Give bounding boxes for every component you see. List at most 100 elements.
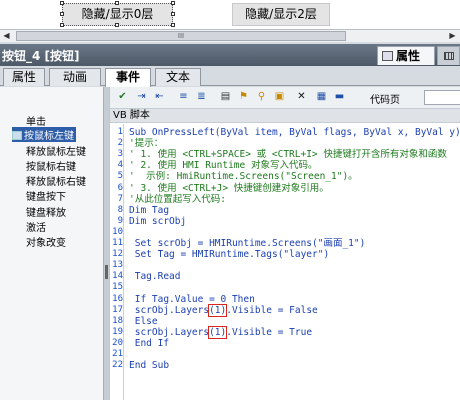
inspector-tabs: 属性 动画 事件 文本: [0, 66, 460, 87]
list-icon[interactable]: ▤: [218, 90, 233, 104]
code-comment: ' 3. 使用 <CTRL+J> 快捷键创建对象引用。: [129, 182, 329, 194]
selection-handle[interactable]: [171, 1, 175, 5]
code-line[interactable]: 16 If Tag.Value = 0 Then: [110, 294, 460, 305]
scroll-right-icon[interactable]: ▶: [446, 30, 459, 42]
line-number: 13: [112, 260, 123, 271]
horizontal-scrollbar[interactable]: ◀ III ▶: [0, 29, 460, 42]
hide-show-layer2-button[interactable]: 隐藏/显示2层: [232, 3, 330, 26]
line-number: 21: [112, 349, 123, 359]
code-text: End Sub: [129, 360, 170, 372]
codepage-select[interactable]: [424, 90, 460, 105]
event-press-right[interactable]: 按鼠标右键: [26, 158, 76, 173]
tab-animation[interactable]: 动画: [49, 68, 101, 86]
table-icon[interactable]: ▦: [314, 90, 329, 104]
code-line[interactable]: 11 Set scrObj = HMIRuntime.Screens("画面_1…: [110, 238, 460, 249]
code-text: If Tag.Value = 0 Then: [129, 293, 255, 305]
code-text: scrObj.Layers(1).Visible = True: [129, 325, 313, 339]
selected-object-title: 按钮_4 [按钮]: [2, 49, 80, 63]
selection-handle[interactable]: [115, 23, 119, 27]
code-line[interactable]: 8 Dim Tag: [110, 205, 460, 216]
splitter-grip-icon[interactable]: [105, 265, 108, 279]
line-number: 5: [117, 171, 123, 182]
code-line[interactable]: 2 '提示：: [110, 138, 460, 149]
uncomment-icon[interactable]: ≣: [194, 90, 209, 104]
selection-handle[interactable]: [171, 23, 175, 27]
selection-handle[interactable]: [60, 12, 64, 16]
codepage-label: 代码页: [370, 95, 400, 106]
code-line[interactable]: 14 Tag.Read: [110, 271, 460, 282]
bookmark-icon[interactable]: ⚑: [236, 90, 251, 104]
event-key-up[interactable]: 键盘释放: [26, 204, 66, 219]
delete-icon[interactable]: ✕: [294, 90, 309, 104]
tab-text[interactable]: 文本: [155, 68, 201, 86]
code-line[interactable]: 19 scrObj.Layers(1).Visible = True: [110, 325, 460, 339]
tab-properties[interactable]: 属性: [3, 68, 45, 86]
event-activate[interactable]: 激活: [26, 219, 46, 234]
code-line[interactable]: 17 scrObj.Layers(1).Visible = False: [110, 303, 460, 317]
code-text: Dim scrObj: [129, 215, 187, 227]
scrollbar-thumb[interactable]: III: [16, 31, 346, 41]
code-comment: ' 1. 使用 <CTRL+SPACE> 或 <CTRL+I> 快捷键打开含所有…: [129, 149, 447, 161]
selection-handle[interactable]: [171, 12, 175, 16]
code-line[interactable]: 7 '从此位置起写入代码:: [110, 194, 460, 205]
grid-view-tab[interactable]: [437, 46, 460, 65]
indent-icon[interactable]: ⇥: [134, 90, 149, 104]
event-press-left[interactable]: 按鼠标左键: [12, 127, 76, 142]
outdent-icon[interactable]: ⇤: [152, 90, 167, 104]
code-line[interactable]: 4 ' 2. 使用 HMI Runtime 对象写入代码。: [110, 160, 460, 171]
selection-handle[interactable]: [115, 1, 119, 5]
properties-tab[interactable]: 属性: [377, 46, 435, 65]
code-line[interactable]: 5 ' 示例: HmiRuntime.Screens("Screen_1")。: [110, 171, 460, 182]
selection-handle[interactable]: [60, 23, 64, 27]
screen-canvas[interactable]: 隐藏/显示0层 隐藏/显示2层: [0, 0, 460, 29]
window-icon[interactable]: ▬: [332, 90, 347, 104]
code-area[interactable]: 1 Sub OnPressLeft(ByVal item, ByVal flags…: [110, 124, 460, 400]
tab-events[interactable]: 事件: [105, 68, 151, 87]
line-number: 3: [117, 149, 123, 160]
paste-icon[interactable]: ▣: [272, 90, 287, 104]
line-number: 22: [112, 360, 123, 371]
line-number: 17: [112, 304, 123, 315]
line-number: 11: [112, 238, 123, 248]
code-line[interactable]: 15: [110, 282, 460, 293]
code-line[interactable]: 18 Else: [110, 316, 460, 327]
code-text: End If: [129, 337, 170, 349]
script-icon: [12, 131, 22, 140]
code-line[interactable]: 21: [110, 349, 460, 360]
event-object-change[interactable]: 对象改变: [26, 234, 66, 249]
layer-index-highlight: (1): [208, 303, 228, 317]
code-line[interactable]: 10: [110, 227, 460, 238]
code-text: scrObj.Layers(1).Visible = False: [129, 303, 318, 317]
code-comment: '从此位置起写入代码:: [129, 193, 226, 205]
properties-icon: [382, 51, 393, 61]
code-line[interactable]: 9 Dim scrObj: [110, 216, 460, 227]
script-type-header: VB 脚本: [110, 109, 460, 123]
selection-handle[interactable]: [60, 1, 64, 5]
line-number: 1: [117, 127, 123, 137]
scroll-left-icon[interactable]: ◀: [0, 30, 13, 42]
check-icon[interactable]: ✔: [115, 90, 130, 104]
comment-icon[interactable]: ≡: [176, 90, 191, 104]
code-line[interactable]: 12 Set Tag = HMIRuntime.Tags("layer"): [110, 249, 460, 260]
code-line[interactable]: 6 ' 3. 使用 <CTRL+J> 快捷键创建对象引用。: [110, 183, 460, 194]
event-label: 按鼠标左键: [24, 131, 74, 142]
line-number: 4: [117, 160, 123, 171]
event-key-down[interactable]: 键盘按下: [26, 188, 66, 203]
find-icon[interactable]: ⚲: [254, 90, 269, 104]
event-release-left[interactable]: 释放鼠标左键: [26, 143, 86, 158]
line-number: 14: [112, 271, 123, 282]
code-line[interactable]: 22 End Sub: [110, 360, 460, 371]
code-line[interactable]: 13: [110, 260, 460, 271]
code-text: Else: [129, 315, 158, 327]
layer-index-highlight: (1): [208, 325, 228, 339]
code-line[interactable]: 20 End If: [110, 338, 460, 349]
properties-tab-label: 属性: [396, 49, 421, 63]
code-comment: '提示：: [129, 138, 164, 150]
line-number: 19: [112, 326, 123, 337]
line-number: 10: [112, 226, 123, 237]
code-comment: ' 示例: HmiRuntime.Screens("Screen_1")。: [129, 171, 358, 183]
event-release-right[interactable]: 释放鼠标右键: [26, 173, 86, 188]
code-line[interactable]: 1 Sub OnPressLeft(ByVal item, ByVal flags…: [110, 127, 460, 138]
code-line[interactable]: 3 ' 1. 使用 <CTRL+SPACE> 或 <CTRL+I> 快捷键打开含所…: [110, 149, 460, 160]
event-click[interactable]: 单击: [26, 113, 46, 128]
